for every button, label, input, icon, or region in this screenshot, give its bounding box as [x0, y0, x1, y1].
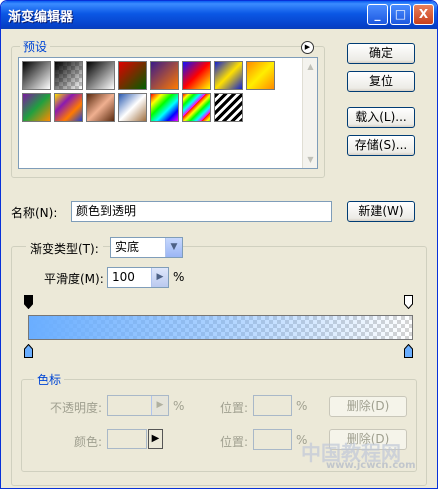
- opacity-slider-arrow-icon: ▶: [151, 396, 168, 415]
- color-flyout-icon: ▶: [148, 429, 163, 449]
- color-location-label: 位置:: [220, 435, 249, 449]
- opacity-label: 不透明度:: [50, 401, 103, 415]
- preset-swatch-chrome[interactable]: [118, 93, 147, 122]
- opacity-location-label: 位置:: [220, 401, 249, 415]
- gradient-fill: [29, 316, 412, 339]
- preset-swatch-black-white[interactable]: [86, 61, 115, 90]
- preset-swatch-foreground-to-background[interactable]: [22, 61, 51, 90]
- minimize-button[interactable]: _: [367, 4, 388, 25]
- presets-legend: 预设: [20, 38, 51, 55]
- new-button[interactable]: 新建(W): [347, 201, 415, 222]
- preset-scrollbar[interactable]: ▲ ▼: [302, 58, 317, 168]
- dialog-body: 预设 ▶ ▲ ▼ 确定 复位 载入(L)... 存储(S)... 名称(N): …: [4, 29, 434, 487]
- color-label: 颜色:: [74, 435, 103, 449]
- name-label: 名称(N):: [11, 206, 58, 220]
- color-stop-end[interactable]: [404, 344, 413, 358]
- smoothness-unit: %: [173, 270, 185, 284]
- opacity-location-unit: %: [296, 399, 308, 413]
- preset-swatch-violet-orange[interactable]: [150, 61, 179, 90]
- maximize-button[interactable]: □: [390, 4, 411, 25]
- opacity-stop-start[interactable]: [24, 295, 33, 309]
- color-stop-start[interactable]: [24, 344, 33, 358]
- watermark-url: www.jcwcn.com: [326, 460, 416, 471]
- preset-swatch-violet-green-orange[interactable]: [22, 93, 51, 122]
- opacity-input: ▶: [107, 395, 169, 416]
- close-button[interactable]: X: [413, 4, 434, 25]
- window-title: 渐变编辑器: [8, 10, 74, 25]
- color-stops-legend: 色标: [34, 371, 65, 388]
- name-input[interactable]: 颜色到透明: [71, 201, 332, 222]
- smoothness-label: 平滑度(M):: [44, 272, 104, 286]
- gradient-type-label: 渐变类型(T):: [26, 240, 103, 257]
- preset-swatch-blue-red-yellow[interactable]: [182, 61, 211, 90]
- scroll-up-icon[interactable]: ▲: [304, 60, 317, 73]
- load-button[interactable]: 载入(L)...: [347, 107, 415, 128]
- preset-swatch-copper[interactable]: [86, 93, 115, 122]
- preset-swatch-blue-yellow-blue[interactable]: [214, 61, 243, 90]
- preset-swatch-red-green[interactable]: [118, 61, 147, 90]
- opacity-location-input: [253, 395, 292, 416]
- scroll-down-icon[interactable]: ▼: [304, 153, 317, 166]
- preset-swatch-transparent-stripes[interactable]: [214, 93, 243, 122]
- preset-swatch-yellow-violet-orange-blue[interactable]: [54, 93, 83, 122]
- delete-opacity-stop-button: 删除(D): [329, 396, 407, 417]
- preset-swatch-foreground-to-transparent[interactable]: [54, 61, 83, 90]
- presets-menu-button[interactable]: ▶: [301, 41, 314, 54]
- slider-arrow-icon[interactable]: ▶: [151, 268, 168, 287]
- color-location-input: [253, 429, 292, 450]
- opacity-unit: %: [173, 399, 185, 413]
- color-swatch: [107, 429, 147, 449]
- reset-button[interactable]: 复位: [347, 71, 415, 92]
- opacity-stop-end[interactable]: [404, 295, 413, 309]
- smoothness-value: 100: [112, 270, 135, 284]
- gradient-preview-bar[interactable]: [28, 315, 413, 340]
- ok-button[interactable]: 确定: [347, 43, 415, 64]
- gradient-type-value: 实底: [115, 240, 140, 254]
- gradient-type-select[interactable]: 实底 ▼: [110, 237, 183, 258]
- preset-swatch-spectrum[interactable]: [150, 93, 179, 122]
- preset-swatch-transparent-rainbow[interactable]: [182, 93, 211, 122]
- title-bar[interactable]: 渐变编辑器 _ □ X: [1, 1, 437, 29]
- chevron-down-icon[interactable]: ▼: [165, 238, 182, 257]
- preset-swatch-orange-yellow-orange[interactable]: [246, 61, 275, 90]
- gradient-editor-window: 渐变编辑器 _ □ X 预设 ▶ ▲ ▼ 确定 复位 载入(L)... 存储(S…: [0, 0, 438, 489]
- smoothness-input[interactable]: 100 ▶: [107, 267, 169, 288]
- save-button[interactable]: 存储(S)...: [347, 135, 415, 156]
- preset-swatch-grid: ▲ ▼: [18, 57, 318, 169]
